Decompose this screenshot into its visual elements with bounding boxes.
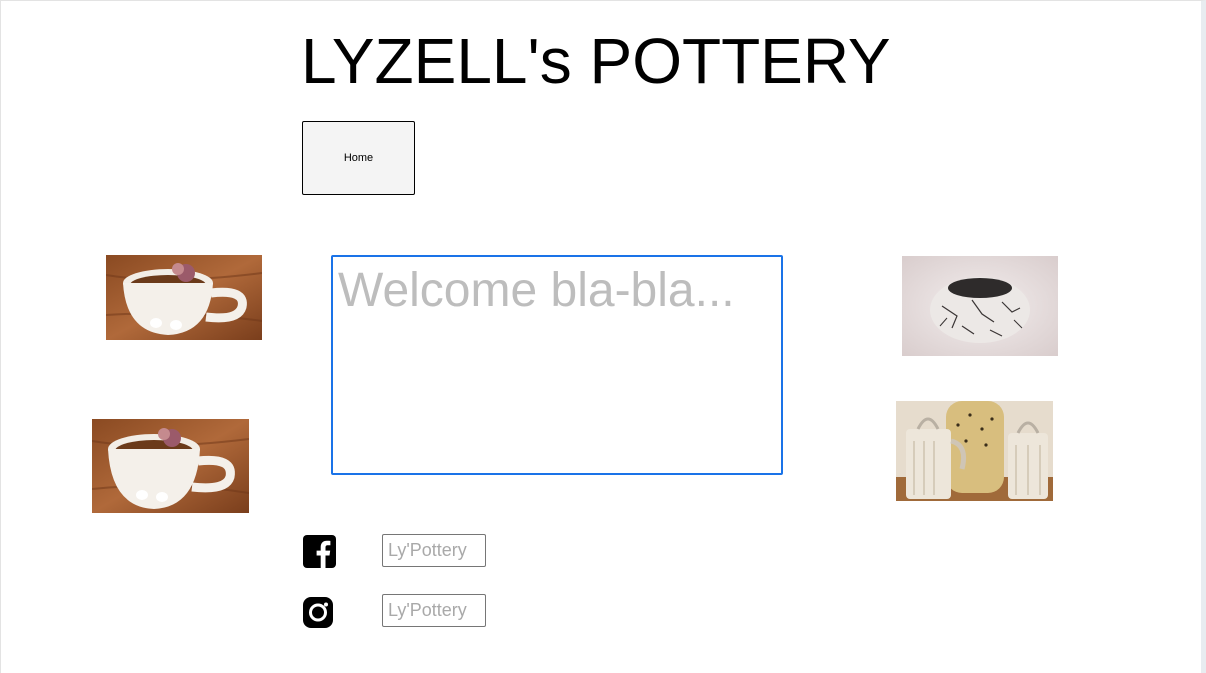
home-button[interactable]: Home	[302, 121, 415, 195]
facebook-icon[interactable]	[303, 535, 336, 568]
page: LYZELL's POTTERY Home	[0, 0, 1206, 673]
teacup-photo-top	[106, 255, 262, 340]
teacup-photo-bottom	[92, 419, 249, 513]
pitchers-photo	[896, 401, 1053, 501]
instagram-handle-input[interactable]	[382, 594, 486, 627]
raku-bowl-photo	[902, 256, 1058, 356]
welcome-textarea[interactable]	[331, 255, 783, 475]
site-title: LYZELL's POTTERY	[301, 25, 891, 97]
facebook-handle-input[interactable]	[382, 534, 486, 567]
instagram-icon[interactable]	[303, 597, 333, 628]
